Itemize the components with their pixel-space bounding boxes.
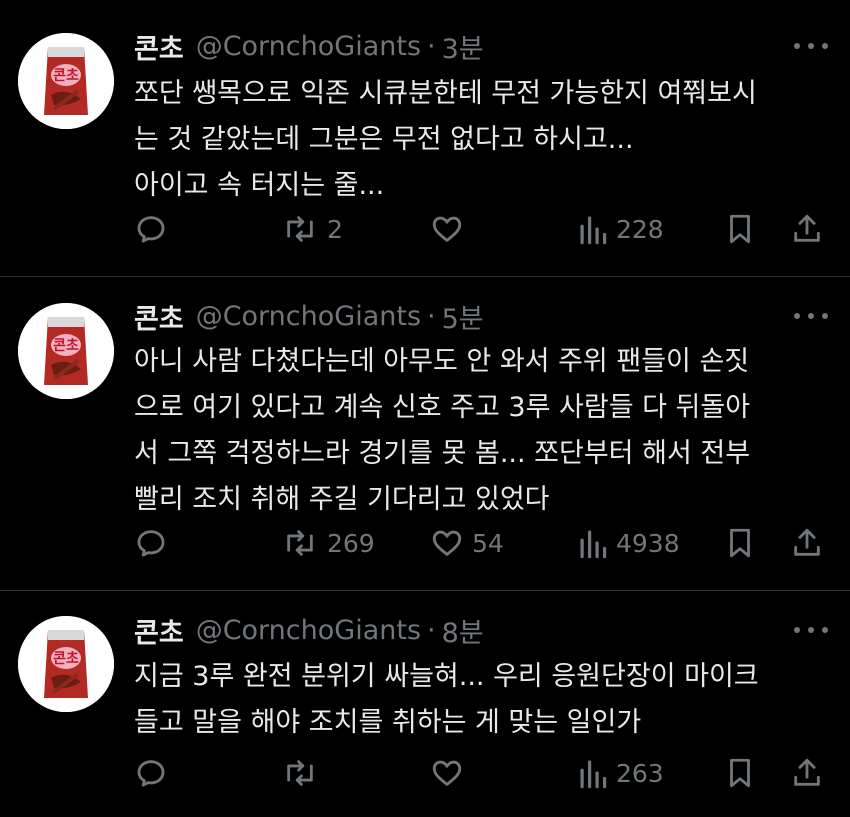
avatar[interactable]: 콘초 <box>18 616 114 712</box>
avatar[interactable]: 콘초 <box>18 33 114 129</box>
tweet-text-line: 는 것 같았는데 그분은 무전 없다고 하시고... <box>134 124 634 155</box>
repost-button[interactable]: 2 <box>281 207 343 251</box>
bookmark-icon <box>730 758 750 788</box>
repost-button[interactable] <box>281 751 327 795</box>
tweet-text-line: 서 그쪽 걱정하느라 경기를 못 봄... 쪼단부터 해서 전부 <box>134 438 751 469</box>
heart-icon <box>432 530 462 556</box>
view-count: 228 <box>616 214 664 244</box>
separator-dot: · <box>427 30 436 62</box>
tweet-text-line: 아이고 속 터지는 줄... <box>134 170 385 201</box>
tweet-header: 콘초 @CornchoGiants · 5분 <box>134 296 484 336</box>
display-name[interactable]: 콘초 <box>134 611 184 650</box>
tweet[interactable]: 콘초 콘초 @CornchoGiants · 5분 아니 사람 다쳤다는데 아무… <box>0 277 850 590</box>
like-button[interactable] <box>430 751 472 795</box>
repost-arrows-icon <box>287 530 313 556</box>
action-bar: 269 54 4938 <box>0 521 850 565</box>
timestamp[interactable]: 3분 <box>442 27 484 66</box>
speech-bubble-icon <box>137 530 165 557</box>
separator-dot: · <box>427 300 436 332</box>
tweet-text-line: 들고 말을 해야 조치를 취하는 게 맞는 일인가 <box>134 707 642 738</box>
heart-icon <box>432 216 462 242</box>
bar-chart-icon <box>580 530 607 559</box>
reply-button[interactable] <box>134 207 168 251</box>
repost-count: 269 <box>327 528 375 558</box>
bar-chart-icon <box>580 216 607 245</box>
action-bar: 2 228 <box>0 207 850 251</box>
timestamp[interactable]: 5분 <box>442 297 484 336</box>
like-button[interactable] <box>430 207 472 251</box>
tweet-text-line: 쪼단 쌩목으로 익존 시큐분한테 무전 가능한지 여쭤보시 <box>134 78 757 109</box>
timeline-feed: 콘초 콘초 @CornchoGiants · 3분 쪼단 쌩목으로 익존 시큐분… <box>0 0 850 817</box>
share-button[interactable] <box>790 521 824 565</box>
share-button[interactable] <box>790 751 824 795</box>
share-upload-icon <box>794 758 820 786</box>
like-button[interactable]: 54 <box>430 521 504 565</box>
svg-text:콘초: 콘초 <box>53 68 79 84</box>
share-button[interactable] <box>790 207 824 251</box>
views-button[interactable]: 4938 <box>578 521 680 565</box>
speech-bubble-icon <box>137 760 165 787</box>
tweet-header: 콘초 @CornchoGiants · 3분 <box>134 26 484 66</box>
user-handle[interactable]: @CornchoGiants <box>196 31 421 62</box>
bookmark-button[interactable] <box>724 521 756 565</box>
more-dots-icon[interactable] <box>794 306 828 326</box>
share-upload-icon <box>794 528 820 556</box>
timestamp[interactable]: 8분 <box>442 611 484 650</box>
view-count: 4938 <box>616 528 680 558</box>
avatar[interactable]: 콘초 <box>18 303 114 399</box>
repost-button[interactable]: 269 <box>281 521 375 565</box>
reply-button[interactable] <box>134 521 168 565</box>
bar-chart-icon <box>580 760 607 789</box>
tweet[interactable]: 콘초 콘초 @CornchoGiants · 3분 쪼단 쌩목으로 익존 시큐분… <box>0 0 850 276</box>
repost-count: 2 <box>327 214 343 244</box>
bookmark-button[interactable] <box>724 751 756 795</box>
display-name[interactable]: 콘초 <box>134 27 184 66</box>
tweet-text-line: 지금 3루 완전 분위기 싸늘혀... 우리 응원단장이 마이크 <box>134 661 759 692</box>
share-upload-icon <box>794 214 820 242</box>
tweet-text-line: 아니 사람 다쳤다는데 아무도 안 와서 주위 팬들이 손짓 <box>134 346 750 377</box>
action-bar: 263 <box>0 751 850 795</box>
repost-arrows-icon <box>287 216 313 242</box>
repost-arrows-icon <box>287 760 313 786</box>
heart-icon <box>432 760 462 786</box>
like-count: 54 <box>472 528 504 558</box>
tweet[interactable]: 콘초 콘초 @CornchoGiants · 8분 지금 3루 완전 분위기 싸… <box>0 591 850 817</box>
user-handle[interactable]: @CornchoGiants <box>196 615 421 646</box>
svg-text:콘초: 콘초 <box>53 338 79 354</box>
display-name[interactable]: 콘초 <box>134 297 184 336</box>
tweet-text: 쪼단 쌩목으로 익존 시큐분한테 무전 가능한지 여쭤보시 는 것 같았는데 그… <box>134 71 834 209</box>
bookmark-icon <box>730 214 750 244</box>
tweet-text-line: 빨리 조치 취해 주길 기다리고 있었다 <box>134 484 550 515</box>
tweet-text: 지금 3루 완전 분위기 싸늘혀... 우리 응원단장이 마이크 들고 말을 해… <box>134 654 834 746</box>
separator-dot: · <box>427 614 436 646</box>
views-button[interactable]: 263 <box>578 751 664 795</box>
view-count: 263 <box>616 758 664 788</box>
views-button[interactable]: 228 <box>578 207 664 251</box>
more-dots-icon[interactable] <box>794 36 828 56</box>
tweet-text: 아니 사람 다쳤다는데 아무도 안 와서 주위 팬들이 손짓 으로 여기 있다고… <box>134 339 834 523</box>
user-handle[interactable]: @CornchoGiants <box>196 301 421 332</box>
svg-text:콘초: 콘초 <box>53 651 79 667</box>
bookmark-icon <box>730 528 750 558</box>
bookmark-button[interactable] <box>724 207 756 251</box>
more-dots-icon[interactable] <box>794 620 828 640</box>
speech-bubble-icon <box>137 216 165 243</box>
tweet-text-line: 으로 여기 있다고 계속 신호 주고 3루 사람들 다 뒤돌아 <box>134 392 751 423</box>
tweet-header: 콘초 @CornchoGiants · 8분 <box>134 610 484 650</box>
reply-button[interactable] <box>134 751 168 795</box>
